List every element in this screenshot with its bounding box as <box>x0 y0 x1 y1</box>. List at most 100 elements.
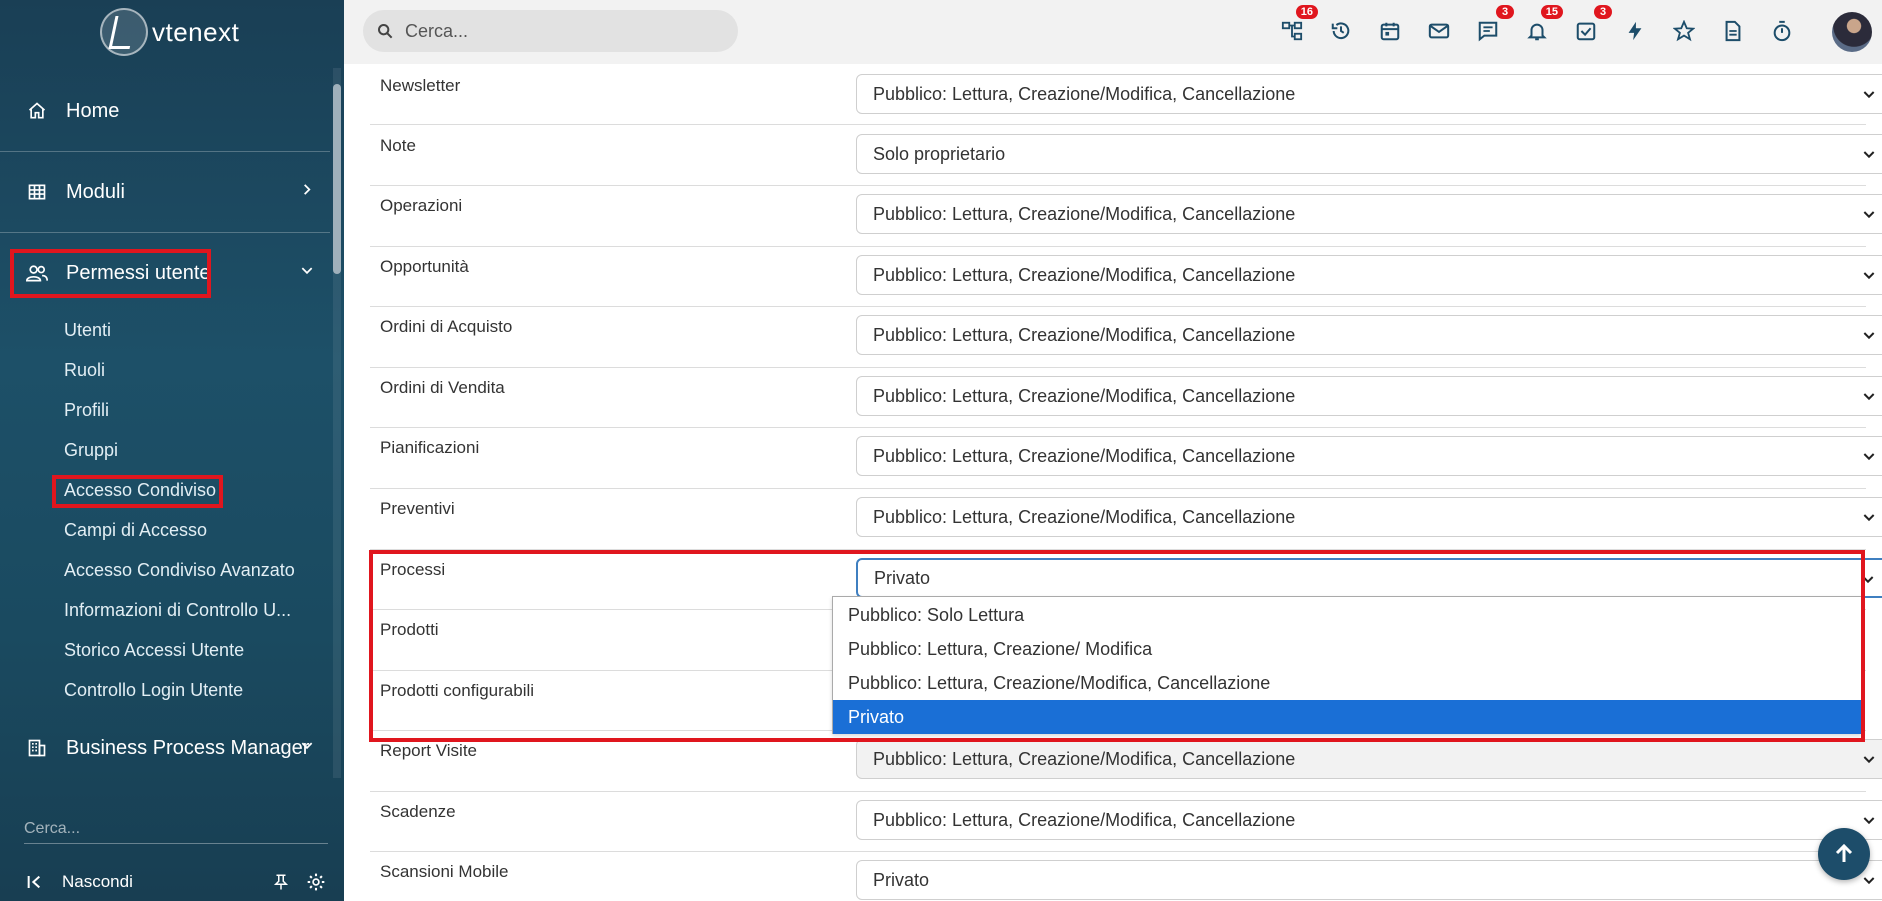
sidebar-item-campi-di-accesso[interactable]: Campi di Accesso <box>64 520 207 541</box>
sidebar-footer: Nascondi <box>26 868 330 896</box>
sidebar-item-ruoli[interactable]: Ruoli <box>64 360 105 381</box>
chevron-down-icon <box>1861 327 1877 343</box>
permission-select[interactable]: Solo proprietario <box>856 134 1882 174</box>
star-icon[interactable] <box>1670 17 1698 45</box>
sidebar-item-utenti[interactable]: Utenti <box>64 320 111 341</box>
sidebar-item-controllo-login[interactable]: Controllo Login Utente <box>64 680 243 701</box>
sidebar-item-informazioni-controllo[interactable]: Informazioni di Controllo U... <box>64 600 291 621</box>
arrow-up-icon <box>1835 843 1853 862</box>
history-icon[interactable] <box>1327 17 1355 45</box>
badge: 3 <box>1594 5 1612 19</box>
sidebar-scrollbar[interactable] <box>333 84 341 274</box>
collapse-icon[interactable] <box>26 874 42 890</box>
select-value: Pubblico: Lettura, Creazione/Modifica, C… <box>873 748 1296 769</box>
select-value: Solo proprietario <box>873 143 1006 164</box>
badge: 16 <box>1295 5 1318 19</box>
select-value: Pubblico: Lettura, Creazione/Modifica, C… <box>873 264 1296 285</box>
chevron-down-icon <box>1861 872 1877 888</box>
logo-text: vtenext <box>152 16 240 47</box>
row-label: Preventivi <box>380 499 455 518</box>
row-label: Scadenze <box>380 802 456 821</box>
permission-select[interactable]: Pubblico: Lettura, Creazione/Modifica, C… <box>856 74 1882 114</box>
select-value: Privato <box>873 869 930 890</box>
table-row: Operazioni Pubblico: Lettura, Creazione/… <box>370 186 1882 247</box>
row-label: Newsletter <box>380 76 461 95</box>
select-value: Pubblico: Lettura, Creazione/Modifica, C… <box>873 506 1296 527</box>
hide-sidebar-button[interactable]: Nascondi <box>62 872 133 892</box>
tasks-icon[interactable]: 3 <box>1572 5 1612 45</box>
select-value: Pubblico: Lettura, Creazione/Modifica, C… <box>873 83 1296 104</box>
nav-home[interactable]: Home <box>0 71 330 151</box>
sidebar-item-gruppi[interactable]: Gruppi <box>64 440 118 461</box>
table-row: Ordini di Vendita Pubblico: Lettura, Cre… <box>370 368 1882 428</box>
row-label: Operazioni <box>380 196 463 215</box>
logo-icon <box>100 8 148 56</box>
home-icon <box>26 100 48 122</box>
chevron-down-icon <box>1861 448 1877 464</box>
select-value: Pubblico: Lettura, Creazione/Modifica, C… <box>873 809 1296 830</box>
chevron-down-icon <box>1861 206 1877 222</box>
row-label: Ordini di Acquisto <box>380 317 513 336</box>
global-search[interactable]: Cerca... <box>363 10 738 52</box>
scroll-top-button[interactable] <box>1818 828 1870 880</box>
topbar: Cerca... 16 3 15 3 <box>344 0 1882 64</box>
badge: 3 <box>1496 5 1514 19</box>
permission-select[interactable]: Privato <box>856 860 1882 900</box>
nav-moduli[interactable]: Moduli <box>0 152 330 232</box>
select-value: Pubblico: Lettura, Creazione/Modifica, C… <box>873 445 1296 466</box>
row-label: Opportunità <box>380 257 469 276</box>
pin-icon[interactable] <box>272 873 290 891</box>
row-label: Report Visite <box>380 741 478 760</box>
calendar-icon[interactable] <box>1376 17 1404 45</box>
permission-select[interactable]: Pubblico: Lettura, Creazione/Modifica, C… <box>856 255 1882 295</box>
nav-moduli-label: Moduli <box>66 180 125 203</box>
sidebar-search-input[interactable] <box>24 810 328 844</box>
highlight-box <box>369 550 1865 742</box>
mail-icon[interactable] <box>1425 17 1453 45</box>
permission-select[interactable]: Pubblico: Lettura, Creazione/Modifica, C… <box>856 436 1882 476</box>
sidebar-item-accesso-condiviso-avanzato[interactable]: Accesso Condiviso Avanzato <box>64 560 295 581</box>
gear-icon[interactable] <box>306 872 326 892</box>
table-row: Preventivi Pubblico: Lettura, Creazione/… <box>370 489 1882 550</box>
sidebar-item-profili[interactable]: Profili <box>64 400 109 421</box>
app-logo[interactable]: vtenext <box>100 0 239 64</box>
select-value: Pubblico: Lettura, Creazione/Modifica, C… <box>873 385 1296 406</box>
lightning-icon[interactable] <box>1621 17 1649 45</box>
sidebar-item-storico-accessi[interactable]: Storico Accessi Utente <box>64 640 244 661</box>
nav-home-label: Home <box>66 99 120 122</box>
chevron-down-icon <box>1861 509 1877 525</box>
chevron-down-icon <box>1861 388 1877 404</box>
permission-select[interactable]: Pubblico: Lettura, Creazione/Modifica, C… <box>856 194 1882 234</box>
sidebar: vtenext Home Moduli Permessi utente Uten… <box>0 0 344 901</box>
nav-business-process-manager[interactable]: Business Process Manager <box>0 708 330 788</box>
main-content: Newsletter Pubblico: Lettura, Creazione/… <box>344 64 1882 901</box>
processes-icon[interactable]: 16 <box>1278 5 1318 45</box>
building-icon <box>26 737 48 759</box>
chevron-down-icon <box>1861 751 1877 767</box>
user-avatar[interactable] <box>1832 12 1872 52</box>
bell-icon[interactable]: 15 <box>1523 5 1563 45</box>
permission-select[interactable]: Pubblico: Lettura, Creazione/Modifica, C… <box>856 376 1882 416</box>
permission-select[interactable]: Pubblico: Lettura, Creazione/Modifica, C… <box>856 800 1882 840</box>
permission-select[interactable]: Pubblico: Lettura, Creazione/Modifica, C… <box>856 315 1882 355</box>
global-search-input[interactable]: Cerca... <box>405 21 468 42</box>
nav-bpm-label: Business Process Manager <box>66 736 310 759</box>
table-row: Scansioni Mobile Privato <box>370 852 1882 901</box>
permission-select[interactable]: Pubblico: Lettura, Creazione/Modifica, C… <box>856 497 1882 537</box>
timer-icon[interactable] <box>1768 17 1796 45</box>
grid-icon <box>26 181 48 203</box>
table-row: Scadenze Pubblico: Lettura, Creazione/Mo… <box>370 792 1882 852</box>
row-label: Note <box>380 136 416 155</box>
chat-icon[interactable]: 3 <box>1474 5 1514 45</box>
chevron-down-icon <box>1861 812 1877 828</box>
chevron-down-icon <box>1861 86 1877 102</box>
permission-select[interactable]: Pubblico: Lettura, Creazione/Modifica, C… <box>856 739 1882 779</box>
highlight-box <box>10 249 211 298</box>
document-icon[interactable] <box>1719 17 1747 45</box>
table-row: Pianificazioni Pubblico: Lettura, Creazi… <box>370 428 1882 489</box>
table-row: Ordini di Acquisto Pubblico: Lettura, Cr… <box>370 307 1882 368</box>
row-label: Ordini di Vendita <box>380 378 505 397</box>
badge: 15 <box>1540 5 1563 19</box>
chevron-down-icon <box>300 264 314 283</box>
chevron-right-icon <box>300 183 314 202</box>
